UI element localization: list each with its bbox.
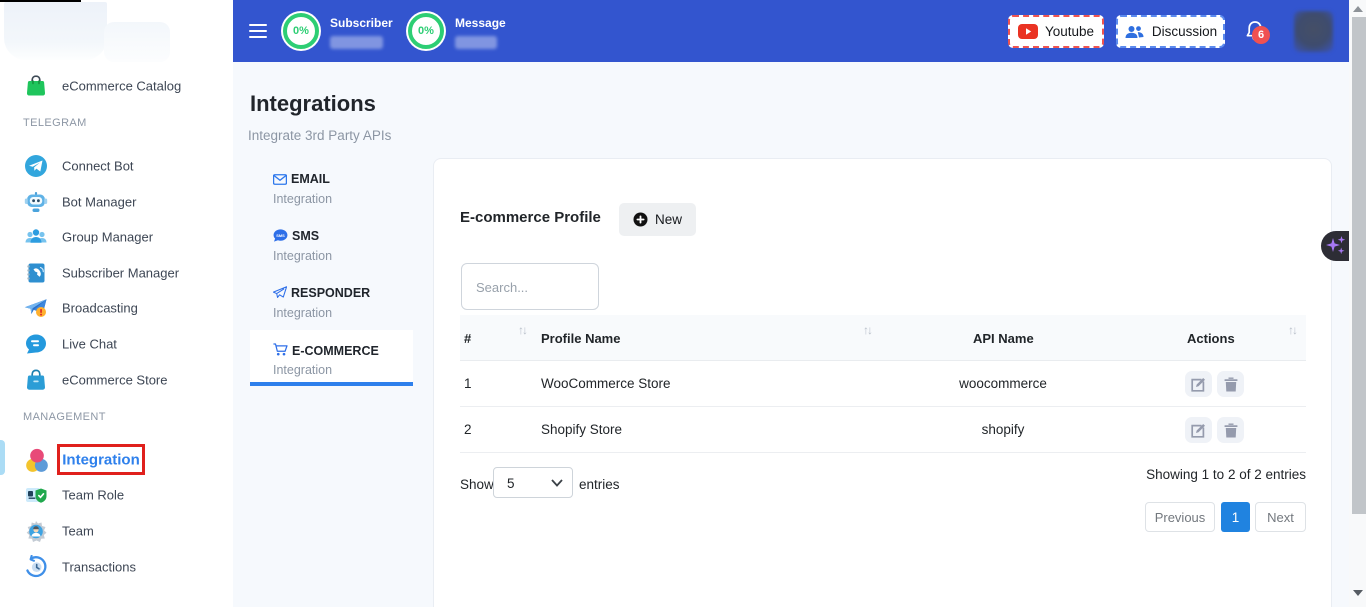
svg-text:SMS: SMS bbox=[276, 233, 285, 238]
